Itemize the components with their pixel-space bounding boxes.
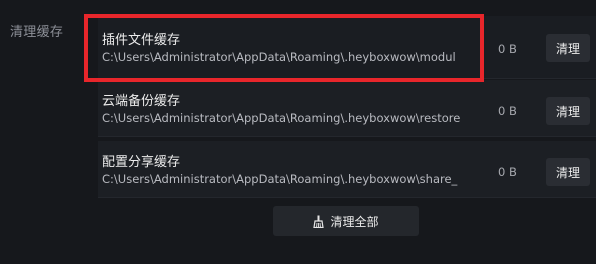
cache-item-config-share: 配置分享缓存 C:\Users\Administrator\AppData\Ro… — [98, 141, 596, 198]
cache-settings-screen: 清理缓存 插件文件缓存 C:\Users\Administrator\AppDa… — [0, 0, 596, 264]
broom-icon — [313, 215, 325, 228]
clear-backup-cache-button[interactable]: 清理 — [546, 97, 590, 125]
cache-item-size: 0 B — [498, 42, 517, 56]
clear-all-label: 清理全部 — [330, 214, 379, 229]
cache-item-path: C:\Users\Administrator\AppData\Roaming\.… — [102, 111, 461, 125]
cache-item-path: C:\Users\Administrator\AppData\Roaming\.… — [102, 172, 458, 186]
cache-item-cloud-backup: 云端备份缓存 C:\Users\Administrator\AppData\Ro… — [98, 80, 596, 137]
cache-list: 插件文件缓存 C:\Users\Administrator\AppData\Ro… — [98, 10, 596, 198]
cache-item-title: 插件文件缓存 — [102, 33, 181, 48]
cache-item-size: 0 B — [498, 104, 517, 118]
cache-item-size: 0 B — [498, 165, 517, 179]
cache-item-path: C:\Users\Administrator\AppData\Roaming\.… — [102, 50, 456, 64]
clear-all-button[interactable]: 清理全部 — [273, 206, 419, 236]
clear-plugin-cache-button[interactable]: 清理 — [546, 34, 590, 62]
section-label: 清理缓存 — [10, 25, 64, 40]
clear-share-cache-button[interactable]: 清理 — [546, 158, 590, 186]
cache-item-title: 配置分享缓存 — [102, 155, 181, 170]
cache-item-title: 云端备份缓存 — [102, 94, 181, 109]
cache-item-plugin-files: 插件文件缓存 C:\Users\Administrator\AppData\Ro… — [98, 16, 596, 79]
